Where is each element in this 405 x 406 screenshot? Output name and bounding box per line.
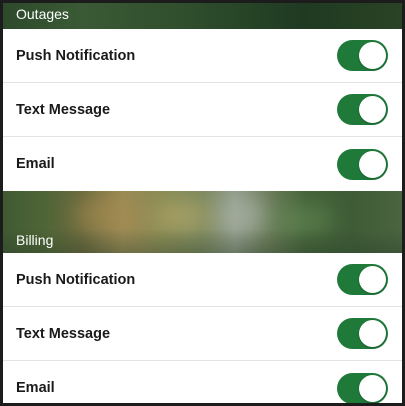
section-header-billing: Billing	[3, 191, 402, 253]
setting-label: Text Message	[16, 325, 111, 342]
section-title: Billing	[16, 232, 54, 248]
toggle-knob	[359, 150, 386, 178]
setting-row-outages-email: Email	[3, 137, 402, 191]
toggle-knob	[359, 320, 386, 347]
setting-label: Push Notification	[16, 271, 136, 288]
toggle-switch[interactable]	[337, 40, 388, 71]
setting-label: Email	[16, 156, 55, 172]
setting-row-billing-text: Text Message	[3, 307, 402, 361]
toggle-knob	[359, 374, 386, 402]
setting-row-billing-push: Push Notification	[3, 253, 402, 307]
setting-label: Text Message	[16, 101, 111, 118]
toggle-switch[interactable]	[337, 264, 388, 295]
header-shade	[3, 229, 402, 253]
toggle-switch[interactable]	[337, 372, 388, 403]
setting-row-billing-email: Email	[3, 361, 402, 403]
toggle-switch[interactable]	[337, 94, 388, 125]
toggle-knob	[359, 266, 386, 293]
toggle-switch[interactable]	[337, 318, 388, 349]
toggle-knob	[359, 42, 386, 69]
setting-row-outages-push: Push Notification	[3, 29, 402, 83]
notification-settings-screen: Outages Push Notification Text Message E…	[0, 0, 405, 406]
toggle-knob	[359, 96, 386, 123]
setting-label: Email	[16, 380, 55, 396]
background-blur	[153, 201, 213, 231]
toggle-switch[interactable]	[337, 148, 388, 180]
background-blur	[73, 197, 143, 233]
setting-row-outages-text: Text Message	[3, 83, 402, 137]
setting-label: Push Notification	[16, 47, 136, 64]
section-title: Outages	[16, 6, 69, 22]
section-header-outages: Outages	[3, 3, 402, 29]
